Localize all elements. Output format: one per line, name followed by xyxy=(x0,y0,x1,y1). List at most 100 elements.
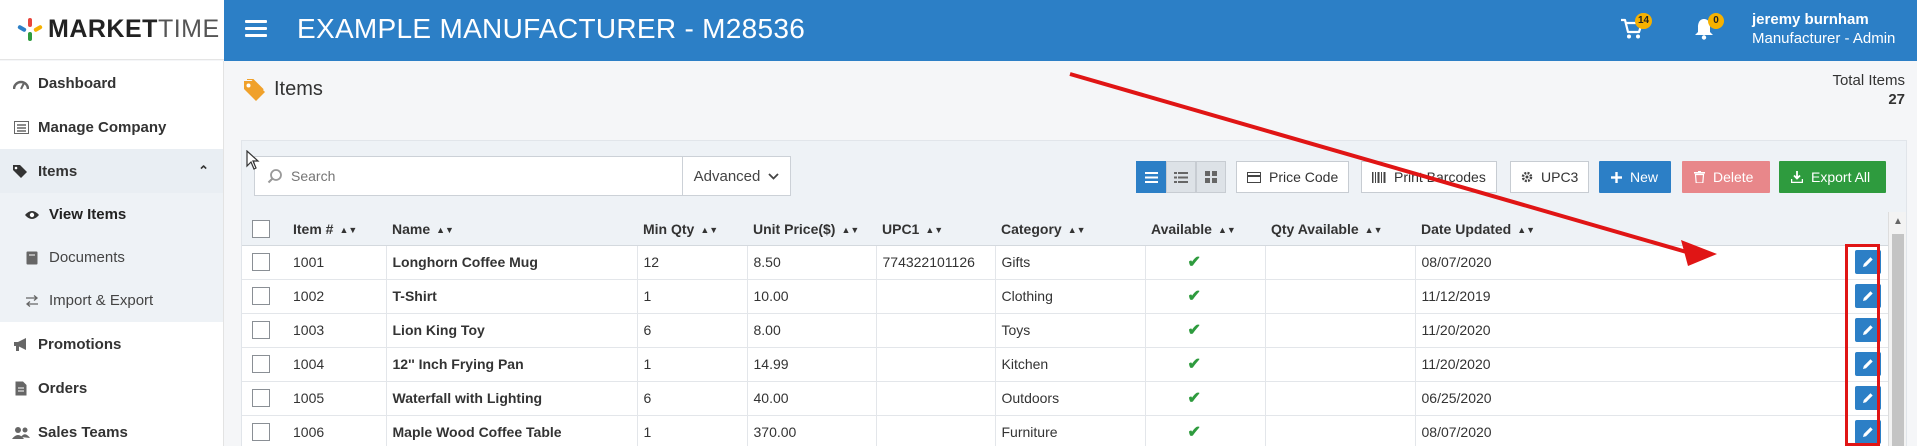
column-header-min-qty[interactable]: Min Qty ▲▼ xyxy=(637,213,747,246)
logo-text: MARKETTIME xyxy=(48,15,220,44)
print-barcodes-label: Print Barcodes xyxy=(1394,169,1486,185)
row-select-checkbox[interactable] xyxy=(252,321,270,340)
detail-list-icon xyxy=(1174,171,1188,183)
list-view-button[interactable] xyxy=(1136,161,1166,193)
export-all-button[interactable]: Export All xyxy=(1779,161,1886,193)
sidebar-item-orders[interactable]: Orders xyxy=(0,366,223,410)
cell-category: Clothing xyxy=(995,279,1146,314)
exchange-icon xyxy=(24,294,40,307)
column-header-label: Date Updated xyxy=(1421,220,1512,237)
row-select-checkbox[interactable] xyxy=(252,423,270,442)
grid-icon xyxy=(1205,171,1217,183)
select-all-checkbox[interactable] xyxy=(252,219,270,238)
cell-name: Maple Wood Coffee Table xyxy=(386,415,638,446)
cell-qty-available xyxy=(1265,279,1416,314)
upc-settings-button[interactable]: UPC3 xyxy=(1510,161,1590,193)
advanced-search-dropdown[interactable]: Advanced xyxy=(682,156,791,196)
cell-item-number: 1005 xyxy=(287,381,387,416)
new-label: New xyxy=(1630,169,1659,185)
notifications-button[interactable]: 0 xyxy=(1693,13,1724,42)
cell-available: ✔ xyxy=(1145,347,1266,382)
delete-button[interactable]: Delete xyxy=(1682,161,1770,193)
table-row[interactable]: 1001 Longhorn Coffee Mug 12 8.50 77432210112… xyxy=(242,245,1888,280)
cell-unit-price: 8.50 xyxy=(747,245,877,280)
cell-date-updated: 06/25/2020 xyxy=(1415,381,1839,416)
menu-toggle-icon[interactable] xyxy=(245,20,267,38)
sidebar-item-promotions[interactable]: Promotions xyxy=(0,322,223,366)
detail-view-button[interactable] xyxy=(1166,161,1196,193)
delete-label: Delete xyxy=(1713,169,1754,185)
row-select-checkbox[interactable] xyxy=(252,287,270,306)
table-row[interactable]: 1006 Maple Wood Coffee Table 1 370.00 Furnit… xyxy=(242,415,1888,446)
user-menu[interactable]: jeremy burnham Manufacturer - Admin xyxy=(1752,11,1907,47)
gear-icon xyxy=(1521,171,1533,183)
sort-icon: ▲▼ xyxy=(1217,225,1236,236)
cell-qty-available xyxy=(1265,313,1416,348)
upc-label: UPC3 xyxy=(1541,169,1579,185)
column-header-label: UPC1 xyxy=(882,220,920,237)
cell-category: Toys xyxy=(995,313,1146,348)
table-row[interactable]: 1004 12'' Inch Frying Pan 1 14.99 Kitchen ✔ 11… xyxy=(242,347,1888,382)
row-select-checkbox[interactable] xyxy=(252,389,270,408)
column-header-date-updated[interactable]: Date Updated ▲▼ xyxy=(1415,213,1839,246)
column-header-unit-price[interactable]: Unit Price($) ▲▼ xyxy=(747,213,876,246)
cart-button[interactable]: 14 xyxy=(1620,13,1653,42)
annotation-highlight-box xyxy=(1845,244,1880,446)
column-header-available[interactable]: Available ▲▼ xyxy=(1145,213,1265,246)
cell-min-qty: 12 xyxy=(637,245,748,280)
column-header-label: Item # xyxy=(293,220,334,237)
sidebar-item-label: Promotions xyxy=(38,335,122,353)
table-row[interactable]: 1002 T-Shirt 1 10.00 Clothing ✔ 11/12/2019 xyxy=(242,279,1888,314)
row-select-checkbox[interactable] xyxy=(252,355,270,374)
table-row[interactable]: 1003 Lion King Toy 6 8.00 Toys ✔ 11/20/2020 xyxy=(242,313,1888,348)
chevron-up-icon[interactable]: ⌃ xyxy=(198,163,209,179)
sidebar-item-sales-teams[interactable]: Sales Teams xyxy=(0,410,223,446)
row-select-checkbox[interactable] xyxy=(252,253,270,272)
cell-available: ✔ xyxy=(1145,245,1266,280)
sidebar-item-dashboard[interactable]: Dashboard xyxy=(0,61,223,105)
sort-icon: ▲▼ xyxy=(436,225,454,236)
sidebar-item-manage-company[interactable]: Manage Company xyxy=(0,105,223,149)
trash-icon xyxy=(1694,171,1705,183)
cell-category: Gifts xyxy=(995,245,1146,280)
checkmark-icon: ✔ xyxy=(1187,254,1201,271)
sort-icon: ▲▼ xyxy=(339,225,358,236)
column-header-name[interactable]: Name ▲▼ xyxy=(386,213,637,246)
column-header-upc1[interactable]: UPC1 ▲▼ xyxy=(876,213,995,246)
search-box[interactable] xyxy=(254,156,685,196)
advanced-label: Advanced xyxy=(693,167,761,185)
logo[interactable]: MARKETTIME xyxy=(0,0,224,60)
table-row[interactable]: 1005 Waterfall with Lighting 6 40.00 Outdoor… xyxy=(242,381,1888,416)
cell-available: ✔ xyxy=(1145,313,1266,348)
logo-text-thin: TIME xyxy=(157,15,220,43)
cell-unit-price: 14.99 xyxy=(747,347,877,382)
cell-min-qty: 6 xyxy=(637,381,748,416)
cell-qty-available xyxy=(1265,381,1416,416)
print-barcodes-button[interactable]: Print Barcodes xyxy=(1361,161,1497,193)
book-icon xyxy=(24,251,40,265)
sidebar-item-view-items[interactable]: View Items xyxy=(0,193,223,236)
search-input[interactable] xyxy=(291,168,671,184)
sort-icon: ▲▼ xyxy=(1517,225,1536,236)
grid-view-button[interactable] xyxy=(1196,161,1226,193)
scrollbar-thumb[interactable] xyxy=(1892,234,1904,446)
sidebar-item-label: View Items xyxy=(49,206,127,223)
sidebar-item-documents[interactable]: Documents xyxy=(0,236,223,279)
cart-count-badge: 14 xyxy=(1635,13,1653,29)
column-header-item-number[interactable]: Item # ▲▼ xyxy=(287,213,386,246)
new-item-button[interactable]: New xyxy=(1599,161,1671,193)
price-code-button[interactable]: Price Code xyxy=(1236,161,1350,193)
column-header-category[interactable]: Category ▲▼ xyxy=(995,213,1145,246)
column-header-label: Unit Price($) xyxy=(753,220,836,237)
sidebar-item-import-export[interactable]: Import & Export xyxy=(0,279,223,322)
eye-icon xyxy=(24,210,40,220)
cell-upc1 xyxy=(876,415,996,446)
sidebar-item-label: Items xyxy=(38,162,78,180)
cell-upc1 xyxy=(876,279,996,314)
vertical-scrollbar[interactable]: ▲ xyxy=(1888,212,1906,446)
sidebar-item-label: Orders xyxy=(38,379,88,397)
total-items: Total Items 27 xyxy=(1832,72,1905,108)
sidebar-item-items[interactable]: Items ⌃ xyxy=(0,149,223,193)
scroll-up-arrow-icon[interactable]: ▲ xyxy=(1893,216,1903,227)
column-header-qty-available[interactable]: Qty Available ▲▼ xyxy=(1265,213,1415,246)
